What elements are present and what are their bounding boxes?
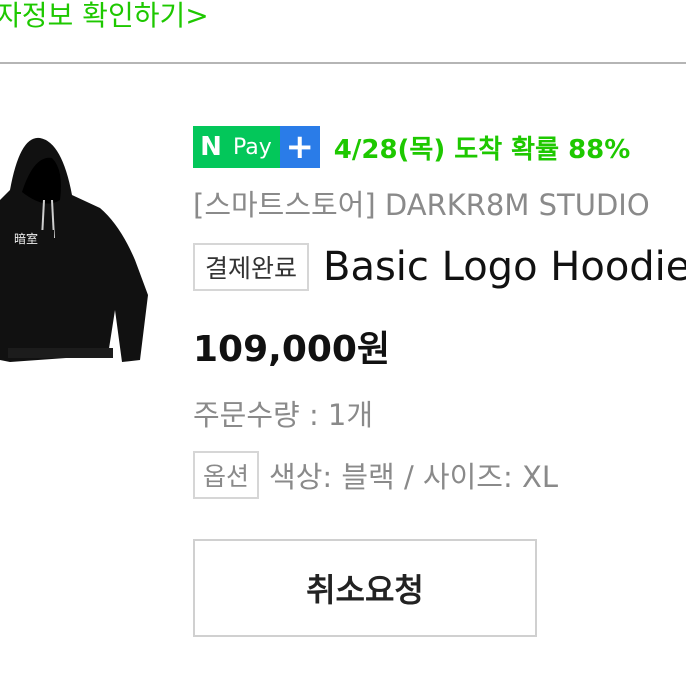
store-name[interactable]: [스마트스토어] DARKR8M STUDIO — [193, 182, 650, 224]
svg-text:暗室: 暗室 — [14, 231, 38, 246]
npay-label: Pay — [229, 126, 280, 168]
npay-plus-badge: N Pay + — [193, 126, 320, 168]
naver-n-icon: N — [193, 126, 229, 168]
cancel-request-button[interactable]: 취소요청 — [193, 539, 537, 637]
product-name[interactable]: Basic Logo Hoodie — [323, 244, 686, 290]
option-value: 색상: 블랙 / 사이즈: XL — [269, 460, 558, 494]
product-image[interactable]: 暗室 — [0, 130, 150, 375]
delivery-estimate: 4/28(목) 도착 확률 88% — [333, 134, 631, 165]
order-quantity: 주문수량 : 1개 — [193, 398, 374, 432]
npay-delivery-row: N Pay + 4/28(목) 도착 확률 88% — [193, 126, 630, 168]
section-divider — [0, 62, 686, 64]
plus-icon: + — [279, 126, 320, 168]
option-badge: 옵션 — [193, 451, 260, 499]
user-info-link[interactable]: 자정보 확인하기> — [0, 0, 209, 34]
option-row: 옵션 색상: 블랙 / 사이즈: XL — [193, 450, 558, 500]
payment-status-badge: 결제완료 — [193, 243, 310, 291]
product-title-row: 결제완료 Basic Logo Hoodie — [193, 240, 686, 294]
product-price: 109,000원 — [193, 329, 391, 370]
